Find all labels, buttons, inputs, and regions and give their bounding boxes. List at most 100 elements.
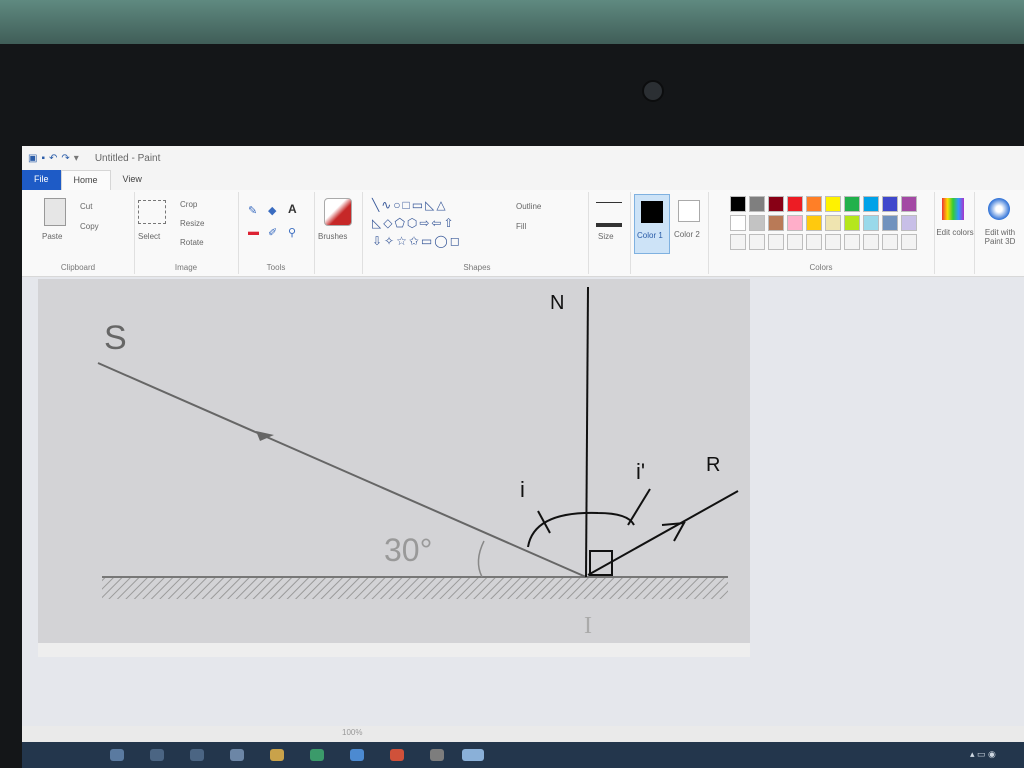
paste-icon[interactable] xyxy=(44,198,66,226)
palette-swatch[interactable] xyxy=(901,196,917,212)
palette-swatch[interactable] xyxy=(749,215,765,231)
store-icon[interactable] xyxy=(430,749,444,761)
palette-swatch[interactable] xyxy=(806,234,822,250)
size-lines-icon[interactable] xyxy=(596,202,622,227)
clipboard-group: Paste Cut Copy Clipboard xyxy=(22,192,135,274)
explorer-icon[interactable] xyxy=(230,749,244,761)
resize-button[interactable]: Resize xyxy=(180,219,204,228)
app-icon[interactable] xyxy=(310,749,324,761)
webcam-icon xyxy=(642,80,664,102)
paint3d-group: Edit with Paint 3D xyxy=(974,192,1024,274)
customize-chevron-icon[interactable]: ▾ xyxy=(74,153,79,164)
paste-button[interactable]: Paste xyxy=(42,232,62,241)
palette-swatch[interactable] xyxy=(825,215,841,231)
mirror-hatching xyxy=(102,577,728,599)
cut-button[interactable]: Cut xyxy=(80,202,92,211)
palette-swatch[interactable] xyxy=(863,196,879,212)
paint3d-icon[interactable] xyxy=(988,198,1010,220)
fill-button[interactable]: Fill xyxy=(516,222,526,231)
brush-icon[interactable] xyxy=(324,198,352,226)
angle-arc xyxy=(527,511,635,548)
color-picker-icon[interactable]: ✐ xyxy=(268,226,277,239)
palette-swatch[interactable] xyxy=(768,234,784,250)
palette-swatch[interactable] xyxy=(806,196,822,212)
color2-button[interactable]: Color 2 xyxy=(672,194,706,252)
color2-swatch xyxy=(678,200,700,222)
folder-icon[interactable] xyxy=(270,749,284,761)
colors-group: Colors xyxy=(708,192,935,274)
palette-swatch[interactable] xyxy=(825,196,841,212)
palette-swatch[interactable] xyxy=(882,196,898,212)
undo-icon[interactable]: ↶ xyxy=(49,153,57,164)
chrome-icon[interactable] xyxy=(390,749,404,761)
tab-file[interactable]: File xyxy=(22,170,61,190)
angle-30-arc xyxy=(477,540,485,578)
pencil-icon[interactable]: ✎ xyxy=(248,204,257,217)
label-s: S xyxy=(104,319,127,357)
copy-button[interactable]: Copy xyxy=(80,222,99,231)
color1-swatch xyxy=(641,201,663,223)
paint-app-icon: ▣ xyxy=(28,152,38,164)
outline-button[interactable]: Outline xyxy=(516,202,541,211)
angle-30-label: 30° xyxy=(384,532,432,568)
palette-swatch[interactable] xyxy=(844,215,860,231)
select-icon[interactable] xyxy=(138,200,166,224)
start-icon[interactable] xyxy=(110,749,124,761)
palette-swatch[interactable] xyxy=(901,215,917,231)
select-button[interactable]: Select xyxy=(138,232,160,241)
palette-swatch[interactable] xyxy=(882,215,898,231)
task-view-icon[interactable] xyxy=(190,749,204,761)
system-tray-icon[interactable]: ▴ ▭ ◉ xyxy=(970,749,1010,761)
edit-colors-button[interactable]: Edit colors xyxy=(936,228,974,237)
edit-with-paint3d-button[interactable]: Edit with Paint 3D xyxy=(976,228,1024,246)
tools-label: Tools xyxy=(266,263,286,272)
drawing-canvas[interactable]: S N R i i' 30° I xyxy=(38,279,750,643)
color1-button[interactable]: Color 1 xyxy=(634,194,670,254)
reflected-ray xyxy=(587,490,739,576)
palette-swatch[interactable] xyxy=(768,215,784,231)
palette-swatch[interactable] xyxy=(787,196,803,212)
palette-swatch[interactable] xyxy=(806,215,822,231)
ribbon: Paste Cut Copy Clipboard Select Crop Res… xyxy=(22,190,1024,277)
save-icon[interactable]: ▪ xyxy=(41,153,45,164)
brushes-button[interactable]: Brushes xyxy=(318,232,347,241)
palette-swatch[interactable] xyxy=(825,234,841,250)
shapes-gallery-row2-icon[interactable]: ◺◇⬠⬡⇨⇦⇧ xyxy=(372,216,456,230)
shapes-gallery-row3-icon[interactable]: ⇩✧☆✩▭◯◻ xyxy=(372,234,462,248)
tab-view[interactable]: View xyxy=(111,170,154,190)
palette-swatch[interactable] xyxy=(863,234,879,250)
palette-swatch[interactable] xyxy=(768,196,784,212)
edit-colors-group: Edit colors xyxy=(934,192,975,274)
palette-swatch[interactable] xyxy=(844,196,860,212)
size-button[interactable]: Size xyxy=(598,232,614,241)
redo-icon[interactable]: ↷ xyxy=(61,153,69,164)
brushes-group: Brushes xyxy=(314,192,363,274)
shapes-gallery-icon[interactable]: ╲∿○□▭◺△ xyxy=(372,198,448,212)
angle-i-prime-tick xyxy=(627,488,651,526)
palette-swatch[interactable] xyxy=(787,234,803,250)
paint-window: ▣ ▪ ↶ ↷ ▾ Untitled - Paint File Home Vie… xyxy=(22,146,1024,768)
browser-icon[interactable] xyxy=(350,749,364,761)
palette-swatch[interactable] xyxy=(863,215,879,231)
edit-colors-icon[interactable] xyxy=(942,198,964,220)
palette-swatch[interactable] xyxy=(730,215,746,231)
palette-swatch[interactable] xyxy=(730,234,746,250)
fill-bucket-icon[interactable]: ◆ xyxy=(268,204,276,217)
tab-home[interactable]: Home xyxy=(60,170,111,190)
text-tool-icon[interactable]: A xyxy=(288,202,297,216)
palette-swatch[interactable] xyxy=(749,234,765,250)
palette-swatch[interactable] xyxy=(882,234,898,250)
paint-taskbar-icon[interactable] xyxy=(462,749,484,761)
magnifier-icon[interactable]: ⚲ xyxy=(288,226,296,239)
palette-swatch[interactable] xyxy=(730,196,746,212)
normal-line xyxy=(585,286,589,578)
palette-swatch[interactable] xyxy=(787,215,803,231)
eraser-icon[interactable]: ▬ xyxy=(248,226,259,238)
palette-swatch[interactable] xyxy=(749,196,765,212)
search-icon[interactable] xyxy=(150,749,164,761)
crop-button[interactable]: Crop xyxy=(180,200,197,209)
palette-swatch[interactable] xyxy=(844,234,860,250)
rotate-button[interactable]: Rotate xyxy=(180,238,204,247)
canvas-area: S N R i i' 30° I xyxy=(22,277,1024,747)
palette-swatch[interactable] xyxy=(901,234,917,250)
